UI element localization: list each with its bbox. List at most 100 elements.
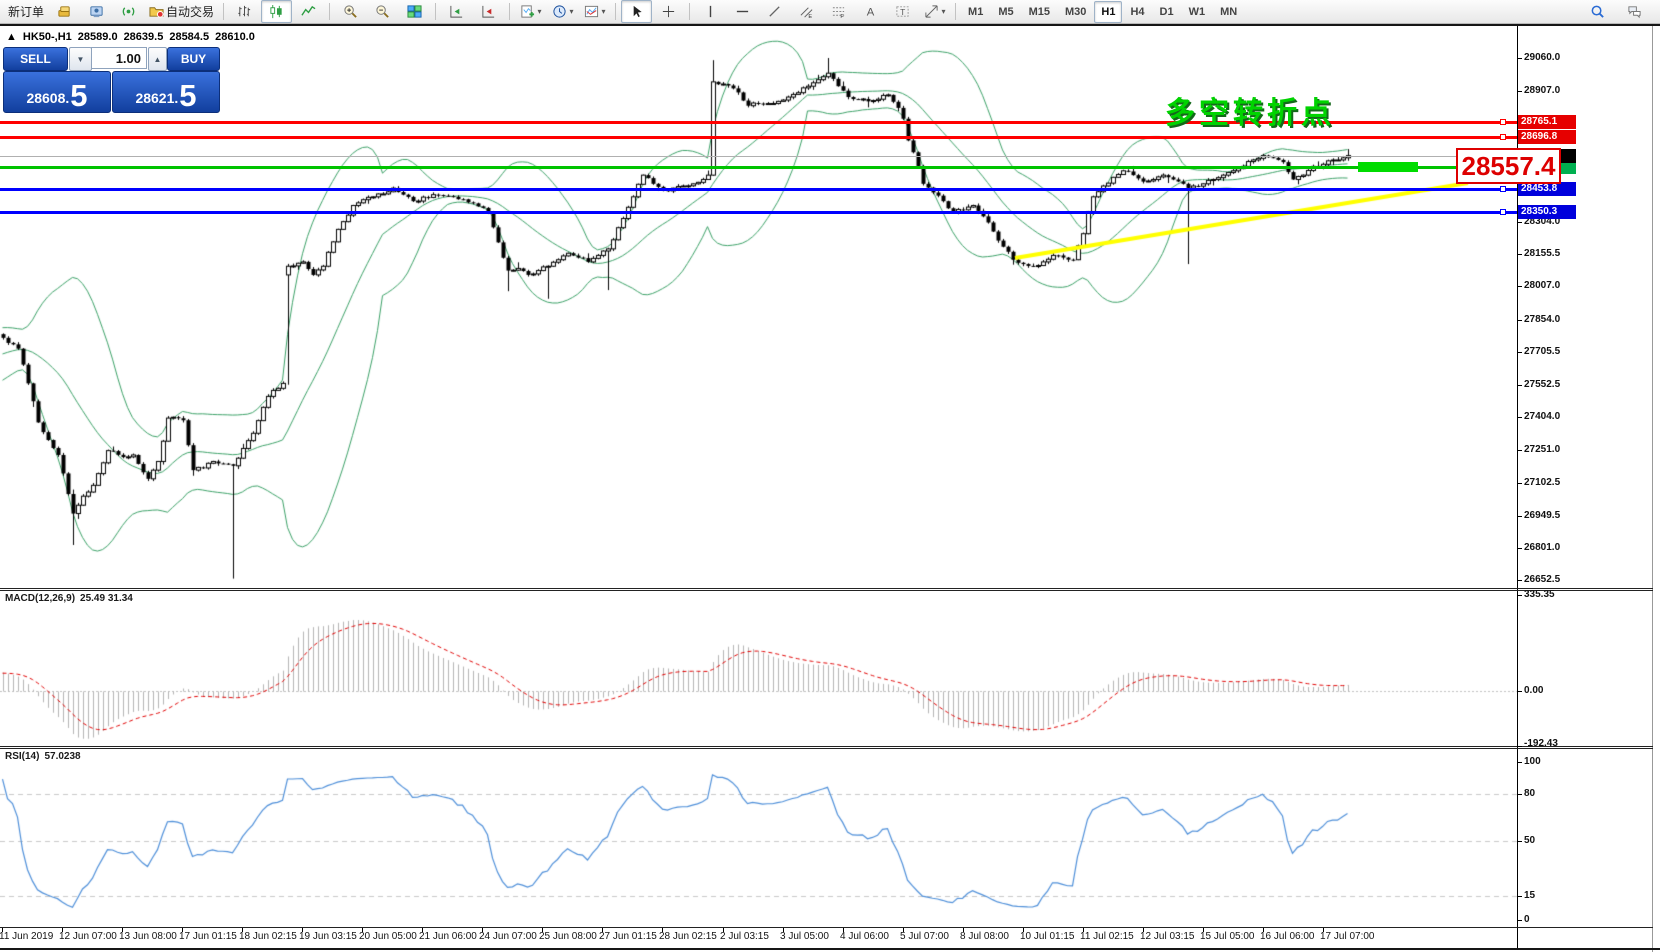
timeframe-m30-button[interactable]: M30 [1058, 1, 1093, 23]
horizontal-line-button[interactable] [727, 0, 758, 23]
candlestick-chart-button[interactable] [261, 0, 293, 23]
price-tag: 28696.8 [1518, 130, 1576, 144]
price-axis-tickmark [1517, 385, 1522, 386]
periodicity-button[interactable]: ▾ [547, 0, 578, 23]
volume-input[interactable]: 1.00 [91, 47, 147, 69]
cursor-icon [629, 4, 644, 19]
price-axis-tick-label: 27552.5 [1524, 379, 1561, 390]
quotes-button[interactable] [49, 0, 80, 23]
time-axis-label: 16 Jul 06:00 [1260, 931, 1315, 942]
rsi-pane-separator[interactable] [0, 746, 1653, 747]
price-axis-tick-label: 27251.0 [1524, 444, 1561, 455]
collapse-triangle-icon[interactable]: ▲ [6, 31, 17, 43]
shapes-button[interactable]: ▾ [919, 0, 950, 23]
time-axis-label: 25 Jun 08:00 [539, 931, 597, 942]
line-handle[interactable] [1500, 119, 1506, 125]
trendline-button[interactable] [759, 0, 790, 23]
candlestick-chart-icon [269, 4, 284, 19]
chat-button[interactable] [1619, 0, 1650, 23]
timeframe-mn-button[interactable]: MN [1213, 1, 1244, 23]
label-button[interactable]: T [887, 0, 918, 23]
price-callout-box[interactable]: 28557.4 [1456, 148, 1561, 184]
timeframe-h4-button[interactable]: H4 [1123, 1, 1151, 23]
text-button[interactable]: A [855, 0, 886, 23]
time-axis-separator [0, 927, 1653, 928]
bar-chart-button[interactable] [229, 0, 260, 23]
chart-shift-icon [481, 4, 496, 19]
timeframe-w1-button[interactable]: W1 [1182, 1, 1213, 23]
svg-text:T: T [900, 7, 905, 17]
rsi-axis-tickmark [1517, 794, 1522, 795]
horizontal-line-object[interactable] [0, 166, 1517, 169]
rsi-value: 57.0238 [44, 751, 81, 762]
ohlc-close: 28610.0 [215, 31, 255, 43]
crosshair-button[interactable] [653, 0, 684, 23]
indicators-button[interactable]: ▾ [579, 0, 610, 23]
signals-button[interactable] [113, 0, 144, 23]
toolbar-separator [223, 3, 225, 20]
green-highlight-rectangle[interactable] [1358, 162, 1418, 172]
time-axis-label: 27 Jun 01:15 [599, 931, 657, 942]
time-axis-label: 2 Jul 03:15 [720, 931, 769, 942]
main-chart-canvas[interactable] [0, 0, 1660, 952]
horizontal-line-object[interactable] [0, 188, 1517, 191]
sell-price-big-digit: 5 [70, 78, 88, 113]
price-axis-tick-label: 28155.5 [1524, 248, 1561, 259]
dropdown-caret-icon: ▾ [941, 7, 946, 16]
line-handle[interactable] [1500, 134, 1506, 140]
tile-windows-button[interactable] [399, 0, 430, 23]
sell-button[interactable]: SELL [3, 47, 68, 71]
timeframe-m1-button[interactable]: M1 [961, 1, 990, 23]
line-chart-button[interactable] [293, 0, 324, 23]
macd-axis-tickmark [1517, 691, 1522, 692]
svg-text:F: F [840, 14, 844, 19]
horizontal-line-object[interactable] [0, 136, 1517, 139]
chart-shift-button[interactable] [473, 0, 504, 23]
new-order-button[interactable]: 新订单 [4, 0, 48, 23]
equidistant-channel-button[interactable]: E [791, 0, 822, 23]
price-axis-tickmark [1517, 580, 1522, 581]
autotrading-button-label: 自动交易 [166, 5, 215, 19]
zoom-in-button[interactable] [335, 0, 366, 23]
new-chart-button[interactable]: ▾ [515, 0, 546, 23]
price-axis-tick-label: 29060.0 [1524, 52, 1561, 63]
macd-axis-tick-label: -192.43 [1524, 738, 1558, 749]
buy-button[interactable]: BUY [167, 47, 220, 71]
volume-increase-button[interactable]: ▲ [148, 47, 167, 71]
line-handle[interactable] [1500, 209, 1506, 215]
chart-symbol-header: ▲ HK50-,H1 28589.0 28639.5 28584.5 28610… [6, 31, 255, 43]
time-axis-label: 5 Jul 07:00 [900, 931, 949, 942]
autoscroll-button[interactable] [441, 0, 472, 23]
bull-bear-turning-point-annotation[interactable]: 多空转折点 [1165, 88, 1335, 132]
timeframe-m15-button[interactable]: M15 [1022, 1, 1057, 23]
search-button[interactable] [1582, 0, 1613, 23]
toolbar-separator [329, 3, 331, 20]
toolbar-separator [435, 3, 437, 20]
macd-axis-tick-label: 0.00 [1524, 685, 1544, 696]
toolbar-left-group: 新订单 自动交易 ▾ ▾ ▾ E F A T ▾ [4, 0, 960, 23]
buy-price-box[interactable]: 28621. 5 [112, 71, 220, 113]
macd-axis-tickmark [1517, 595, 1522, 596]
line-handle[interactable] [1500, 186, 1506, 192]
zoom-out-button[interactable] [367, 0, 398, 23]
cursor-button[interactable] [621, 0, 653, 23]
terminal-button[interactable] [81, 0, 112, 23]
ohlc-low: 28584.5 [169, 31, 210, 43]
rsi-title: RSI(14) [5, 751, 40, 762]
rsi-axis-tick-label: 0 [1524, 914, 1530, 925]
volume-decrease-button[interactable]: ▼ [69, 47, 92, 71]
rsi-pane-separator-2 [0, 748, 1653, 749]
timeframe-h1-button[interactable]: H1 [1094, 0, 1123, 23]
price-axis-tick-label: 26652.5 [1524, 574, 1561, 585]
timeframe-d1-button[interactable]: D1 [1153, 1, 1181, 23]
macd-pane-separator[interactable] [0, 588, 1653, 589]
fibonacci-button[interactable]: F [823, 0, 854, 23]
vertical-line-button[interactable] [695, 0, 726, 23]
timeframe-m5-button[interactable]: M5 [991, 1, 1020, 23]
price-axis-tickmark [1517, 286, 1522, 287]
sell-price-box[interactable]: 28608. 5 [3, 71, 111, 113]
rsi-axis-tickmark [1517, 762, 1522, 763]
autotrading-button[interactable]: 自动交易 [145, 0, 218, 23]
dropdown-caret-icon: ▾ [569, 7, 574, 16]
horizontal-line-object[interactable] [0, 211, 1517, 214]
